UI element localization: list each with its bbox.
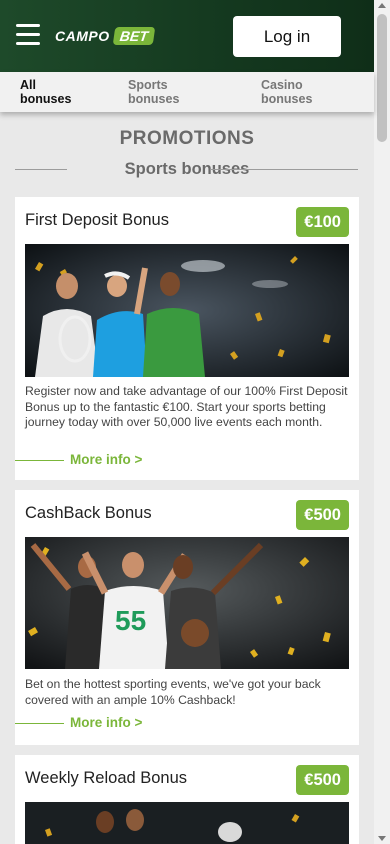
tab-label-line2: bonuses — [261, 92, 313, 106]
card-title: Weekly Reload Bonus — [25, 769, 188, 787]
bonus-amount-badge: €100 — [296, 207, 349, 237]
logo-text-campo: CAMPO — [55, 28, 110, 44]
more-info-link[interactable]: More info > — [70, 452, 142, 467]
tab-label-line1: Sports — [128, 78, 168, 92]
bonus-amount-badge: €500 — [296, 765, 349, 795]
jersey-number: 55 — [115, 605, 146, 636]
tab-casino-bonuses[interactable]: Casino bonuses — [261, 78, 312, 106]
section-divider-right — [210, 169, 358, 170]
bonus-tabs: All bonuses Sports bonuses Casino bonuse… — [0, 72, 374, 112]
bonus-card-cashback[interactable]: CashBack Bonus €500 55 Bet on the hottes… — [15, 490, 359, 745]
more-info-divider — [15, 460, 64, 461]
football-players-illustration: 55 — [25, 537, 349, 669]
top-header: CAMPO BET Log in — [0, 0, 374, 72]
campobet-logo[interactable]: CAMPO BET — [55, 27, 155, 45]
tennis-players-illustration — [25, 244, 349, 377]
page-title: PROMOTIONS — [119, 128, 255, 149]
athletes-stadium-illustration — [25, 802, 349, 844]
football-players-image[interactable]: 55 — [25, 537, 349, 669]
tab-label-line2: bonuses — [20, 92, 72, 106]
bonus-card-first-deposit[interactable]: First Deposit Bonus €100 Register now an… — [15, 197, 359, 480]
tab-label-line1: Casino — [261, 78, 303, 92]
bonus-card-weekly-reload[interactable]: Weekly Reload Bonus €500 — [15, 755, 359, 844]
hamburger-menu-icon[interactable] — [16, 24, 40, 46]
tennis-players-image[interactable] — [25, 244, 349, 377]
scroll-up-arrow-icon[interactable] — [378, 3, 386, 8]
more-info-divider — [15, 723, 64, 724]
bonus-amount-badge: €500 — [296, 500, 349, 530]
card-description: Bet on the hottest sporting events, we'v… — [25, 677, 321, 707]
tab-label-line2: bonuses — [128, 92, 180, 106]
scroll-thumb[interactable] — [377, 14, 387, 142]
tab-label-line1: All — [20, 78, 36, 92]
scroll-down-arrow-icon[interactable] — [378, 836, 386, 841]
card-title: CashBack Bonus — [25, 504, 152, 522]
more-info-link[interactable]: More info > — [70, 715, 142, 730]
tab-sports-bonuses[interactable]: Sports bonuses — [128, 78, 179, 106]
logo-text-bet: BET — [112, 27, 155, 45]
card-description: Register now and take advantage of our 1… — [25, 384, 348, 429]
athletes-stadium-image[interactable] — [25, 802, 349, 844]
page-scrollbar[interactable] — [374, 0, 390, 844]
tab-all-bonuses[interactable]: All bonuses — [20, 78, 71, 106]
login-button[interactable]: Log in — [233, 16, 341, 57]
card-title: First Deposit Bonus — [25, 211, 169, 229]
